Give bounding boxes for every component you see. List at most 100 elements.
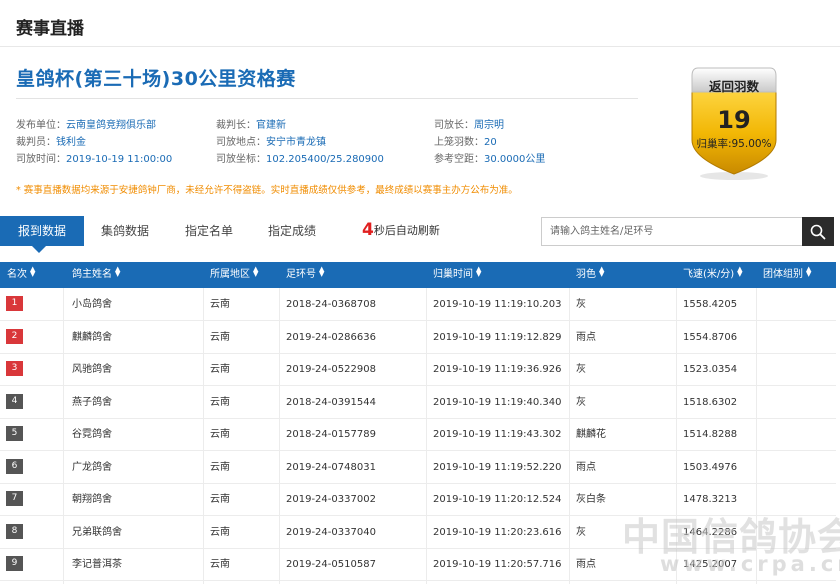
table-row[interactable]: 1 小岛鸽舍 云南 2018-24-0368708 2019-10-19 11:19:1…	[0, 288, 836, 321]
cell-speed: 1523.0354	[683, 364, 738, 375]
info-chief-releaser: 司放长：周宗明	[434, 116, 504, 131]
info-distance: 参考空距：30.0000公里	[434, 150, 545, 165]
cell-color: 麒麟花	[576, 429, 606, 440]
cell-color: 雨点	[576, 331, 596, 343]
watermark-url: www.crpa.cn	[660, 552, 840, 576]
cell-color: 灰	[576, 364, 586, 375]
th-time[interactable]: 归巢时间 ▲ ▼	[433, 262, 481, 288]
info-value: 云南皇鸽竞翔俱乐部	[66, 120, 156, 131]
cell-ring: 2019-24-0510587	[286, 559, 376, 570]
cell-ring: 2019-24-0286636	[286, 331, 376, 343]
info-label: 上笼羽数：	[434, 137, 484, 148]
search-button[interactable]	[802, 217, 834, 246]
th-label: 飞速(米/分)	[683, 269, 735, 280]
sort-icon: ▲ ▼	[599, 265, 605, 278]
info-label: 裁判长：	[216, 120, 256, 131]
cell-region: 云南	[210, 429, 230, 440]
sort-icon: ▲ ▼	[30, 265, 36, 278]
tab-designated-results[interactable]: 指定成绩	[257, 216, 327, 246]
tab-active-caret	[32, 246, 46, 253]
rank-badge: 9	[6, 556, 23, 571]
th-label: 足环号	[286, 269, 316, 280]
sort-icon: ▲ ▼	[737, 265, 743, 278]
cell-ring: 2019-24-0337002	[286, 494, 376, 505]
search-input[interactable]	[541, 217, 802, 246]
rank-badge: 8	[6, 523, 23, 539]
cell-region: 云南	[210, 461, 230, 473]
cell-ring: 2019-24-0337040	[286, 526, 376, 538]
th-owner[interactable]: 鸽主姓名 ▲ ▼	[72, 262, 120, 288]
cell-time: 2019-10-19 11:19:12.829	[433, 331, 562, 343]
th-rank[interactable]: 名次 ▲ ▼	[7, 262, 35, 288]
tab-collection-data[interactable]: 集鸽数据	[90, 216, 160, 246]
cell-time: 2019-10-19 11:19:40.340	[433, 396, 562, 408]
cell-speed: 1554.8706	[683, 331, 738, 343]
info-value: 20	[484, 137, 497, 148]
race-title: 皇鸽杯(第三十场)30公里资格赛	[16, 68, 296, 90]
info-count: 上笼羽数：20	[434, 133, 497, 148]
title-divider	[16, 98, 638, 99]
th-group[interactable]: 团体组别 ▲ ▼	[763, 262, 811, 288]
cell-owner: 朝翔鸽舍	[72, 494, 112, 505]
cell-ring: 2019-24-0748031	[286, 461, 376, 473]
cell-ring: 2018-24-0157789	[286, 429, 376, 440]
cell-time: 2019-10-19 11:19:10.203	[433, 299, 562, 310]
th-label: 名次	[7, 269, 27, 280]
th-label: 所属地区	[210, 269, 250, 280]
rank-badge: 3	[6, 361, 23, 376]
sort-icon: ▲ ▼	[476, 265, 482, 278]
page-heading: 赛事直播	[16, 19, 84, 39]
info-label: 司放时间：	[16, 154, 66, 165]
th-region[interactable]: 所属地区 ▲ ▼	[210, 262, 258, 288]
cell-region: 云南	[210, 331, 230, 343]
cell-owner: 广龙鸽舍	[72, 461, 112, 473]
info-label: 司放地点：	[216, 137, 266, 148]
cell-color: 灰	[576, 396, 586, 408]
th-speed[interactable]: 飞速(米/分) ▲ ▼	[683, 262, 743, 288]
tab-bar: 报到数据 集鸽数据 指定名单 指定成绩	[0, 216, 530, 253]
info-release-place: 司放地点：安宁市青龙镇	[216, 133, 326, 148]
cell-owner: 小岛鸽舍	[72, 299, 112, 310]
info-label: 司放长：	[434, 120, 474, 131]
info-value: 102.205400/25.280900	[266, 154, 384, 165]
search-icon	[810, 224, 826, 239]
sort-icon: ▲ ▼	[253, 265, 259, 278]
cell-time: 2019-10-19 11:19:43.302	[433, 429, 562, 440]
cell-owner: 谷霓鸽舍	[72, 429, 112, 440]
th-label: 归巢时间	[433, 269, 473, 280]
th-ring[interactable]: 足环号 ▲ ▼	[286, 262, 324, 288]
info-release-time: 司放时间：2019-10-19 11:00:00	[16, 150, 172, 165]
table-row[interactable]: 2 麒麟鸽舍 云南 2019-24-0286636 2019-10-19 11:19:1…	[0, 321, 836, 354]
th-color[interactable]: 羽色 ▲ ▼	[576, 262, 604, 288]
rank-badge: 2	[6, 328, 23, 344]
table-row[interactable]: 3 风驰鸽舍 云南 2019-24-0522908 2019-10-19 11:19:3…	[0, 353, 836, 386]
info-label: 参考空距：	[434, 154, 484, 165]
cell-color: 灰	[576, 526, 586, 538]
cell-speed: 1518.6302	[683, 396, 738, 408]
info-value: 30.0000公里	[484, 154, 546, 165]
cell-region: 云南	[210, 559, 230, 570]
cell-owner: 燕子鸽舍	[72, 396, 112, 408]
rank-badge: 6	[6, 458, 23, 474]
cell-region: 云南	[210, 494, 230, 505]
cell-speed: 1514.8288	[683, 429, 738, 440]
return-badge: 返回羽数 19 归巢率:95.00%	[686, 62, 782, 182]
info-value: 钱利金	[56, 137, 86, 148]
cell-owner: 李记普洱茶	[72, 559, 122, 570]
cell-color: 雨点	[576, 461, 596, 473]
cell-color: 灰白条	[576, 494, 606, 505]
info-release-coord: 司放坐标：102.205400/25.280900	[216, 150, 384, 165]
table-row[interactable]: 4 燕子鸽舍 云南 2018-24-0391544 2019-10-19 11:19:4…	[0, 386, 836, 419]
info-publisher: 发布单位：云南皇鸽竞翔俱乐部	[16, 116, 156, 131]
cell-ring: 2018-24-0368708	[286, 299, 376, 310]
tab-designated-list[interactable]: 指定名单	[174, 216, 244, 246]
table-row[interactable]: 6 广龙鸽舍 云南 2019-24-0748031 2019-10-19 11:19:5…	[0, 451, 836, 484]
cell-time: 2019-10-19 11:19:36.926	[433, 364, 562, 375]
info-value: 安宁市青龙镇	[266, 137, 326, 148]
tab-report-data[interactable]: 报到数据	[0, 216, 84, 246]
cell-time: 2019-10-19 11:19:52.220	[433, 461, 562, 473]
info-label: 发布单位：	[16, 120, 66, 131]
badge-label: 返回羽数	[708, 79, 759, 94]
cell-region: 云南	[210, 364, 230, 375]
table-row[interactable]: 5 谷霓鸽舍 云南 2018-24-0157789 2019-10-19 11:19:4…	[0, 418, 836, 451]
